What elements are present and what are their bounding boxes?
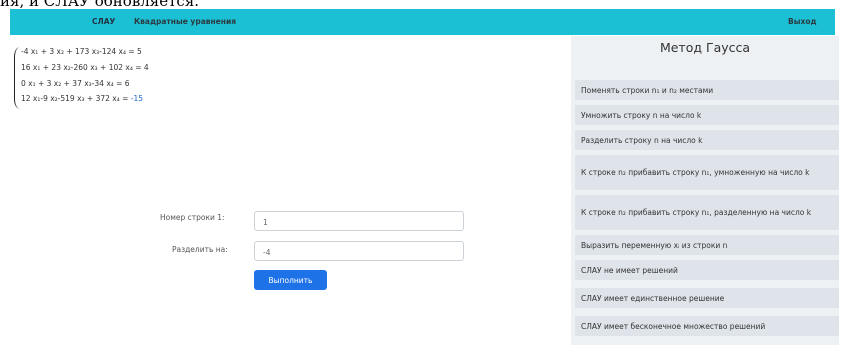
equation-row-4-rhs: -15 bbox=[130, 94, 144, 103]
infinite-solutions-button[interactable]: СЛАУ имеет бесконечное множество решений bbox=[575, 316, 839, 336]
nav-link-quadratic[interactable]: Квадратные уравнения bbox=[134, 17, 236, 26]
row-number-input[interactable]: 1 bbox=[254, 211, 464, 231]
divide-row-button[interactable]: Разделить строку n на число k bbox=[575, 130, 839, 150]
add-divided-row-button[interactable]: К строке n₂ прибавить строку n₁, разделе… bbox=[575, 195, 839, 230]
equation-row-4-lhs: 12 x₁-9 x₂-519 x₃ + 372 x₄ = bbox=[21, 94, 131, 103]
top-navbar: СЛАУ Квадратные уравнения Выход bbox=[10, 9, 835, 35]
equation-row-2: 16 x₁ + 23 x₂-260 x₃ + 102 x₄ = 4 bbox=[21, 63, 149, 72]
run-button[interactable]: Выполнить bbox=[254, 270, 327, 290]
nav-brand-slau[interactable]: СЛАУ bbox=[92, 17, 115, 26]
swap-rows-button[interactable]: Поменять строки n₁ и n₂ местами bbox=[575, 80, 839, 100]
unique-solution-button[interactable]: СЛАУ имеет единственное решение bbox=[575, 288, 839, 308]
cropped-heading: ия, и СЛАУ обновляется. bbox=[0, 0, 845, 8]
multiply-row-button[interactable]: Умножить строку n на число k bbox=[575, 105, 839, 125]
divide-by-input[interactable]: -4 bbox=[254, 241, 464, 261]
equation-system: -4 x₁ + 3 x₂ + 173 x₃-124 x₄ = 5 16 x₁ +… bbox=[14, 47, 274, 109]
express-variable-button[interactable]: Выразить переменную xᵢ из строки n bbox=[575, 235, 839, 255]
nav-exit-link[interactable]: Выход bbox=[788, 17, 817, 26]
gauss-method-panel: Метод Гаусса Поменять строки n₁ и n₂ мес… bbox=[571, 36, 839, 345]
equation-row-4: 12 x₁-9 x₂-519 x₃ + 372 x₄ = -15 bbox=[21, 94, 143, 103]
no-solutions-button[interactable]: СЛАУ не имеет решений bbox=[575, 260, 839, 280]
left-brace bbox=[14, 47, 20, 109]
equation-row-1: -4 x₁ + 3 x₂ + 173 x₃-124 x₄ = 5 bbox=[21, 47, 142, 56]
cropped-heading-text: ия, и СЛАУ обновляется. bbox=[0, 0, 199, 8]
gauss-method-title: Метод Гаусса bbox=[659, 40, 751, 55]
add-multiplied-row-button[interactable]: К строке n₂ прибавить строку n₁, умножен… bbox=[575, 155, 839, 190]
divide-by-label: Разделить на: bbox=[172, 245, 228, 254]
row-number-label: Номер строки 1: bbox=[160, 213, 225, 222]
equation-row-3: 0 x₁ + 3 x₂ + 37 x₃-34 x₄ = 6 bbox=[21, 79, 130, 88]
